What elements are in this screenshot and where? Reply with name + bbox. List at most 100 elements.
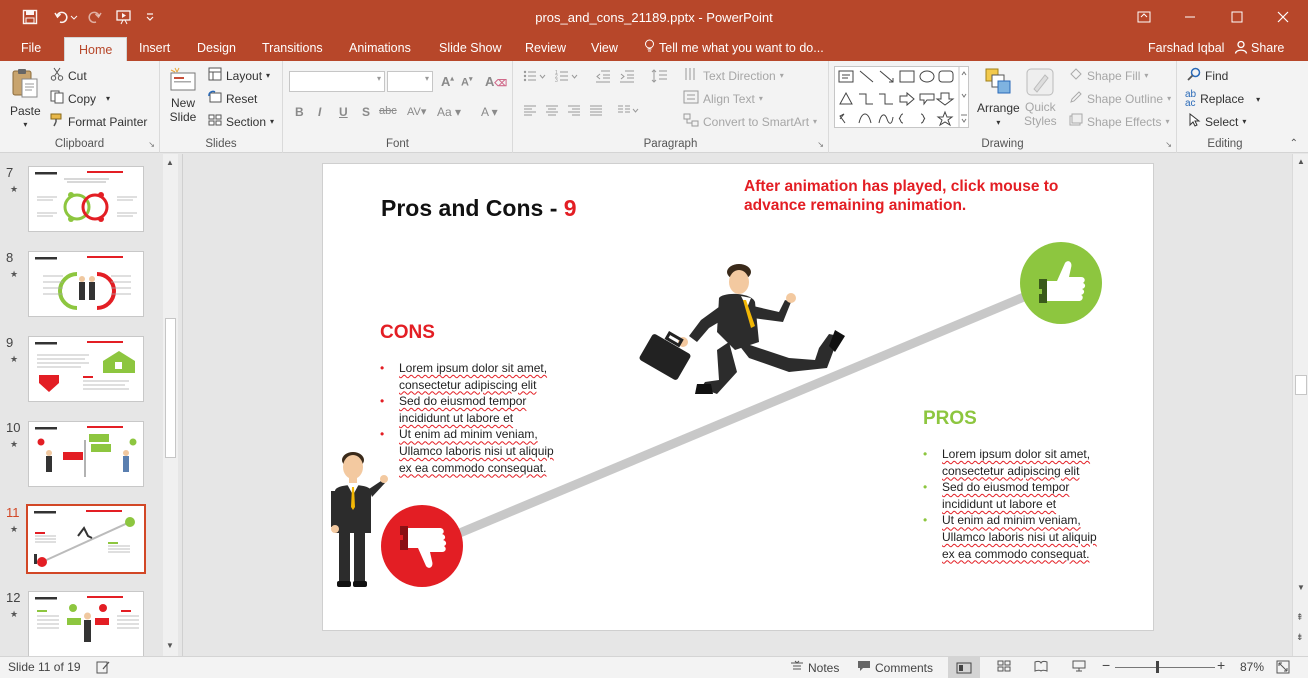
slide-thumbnail-7[interactable] <box>28 166 144 232</box>
zoom-level[interactable]: 87% <box>1240 660 1264 674</box>
tell-me-search[interactable]: Tell me what you want to do... <box>644 36 824 61</box>
slide-thumbnail-10[interactable] <box>28 421 144 487</box>
normal-view-icon[interactable] <box>948 657 980 678</box>
find-button[interactable]: Find <box>1187 67 1228 84</box>
zoom-in-button[interactable]: + <box>1217 657 1225 673</box>
line-spacing-icon[interactable] <box>651 69 675 83</box>
slide-thumbnail-11[interactable] <box>26 504 146 574</box>
running-businessman-illustration[interactable] <box>639 262 851 404</box>
zoom-slider-thumb[interactable] <box>1156 661 1159 673</box>
slide-show-icon[interactable] <box>1072 660 1086 672</box>
thumbnail-scrollbar[interactable]: ▲ ▼ <box>163 154 178 656</box>
shape-outline-button[interactable]: Shape Outline ▾ <box>1069 90 1171 107</box>
italic-icon[interactable]: I <box>318 105 321 119</box>
scroll-down-icon[interactable]: ▼ <box>1297 583 1305 592</box>
cut-button[interactable]: Cut <box>50 67 87 84</box>
decrease-indent-icon[interactable] <box>595 69 611 83</box>
slide-title[interactable]: Pros and Cons - 9 <box>381 195 577 222</box>
copy-button[interactable]: Copy ▾ <box>50 90 110 107</box>
paste-button[interactable]: Paste ▾ <box>10 67 41 129</box>
tab-design[interactable]: Design <box>193 36 240 61</box>
next-slide-icon[interactable]: ⇟ <box>1296 632 1304 643</box>
slide-vertical-scrollbar[interactable]: ▲ ▼ ⇞ ⇟ <box>1292 154 1308 656</box>
slide-thumbnail-12[interactable] <box>28 591 144 656</box>
slide-thumbnail-8[interactable] <box>28 251 144 317</box>
user-name[interactable]: Farshad Iqbal <box>1148 36 1224 60</box>
convert-smartart-button[interactable]: Convert to SmartArt ▾ <box>683 113 817 130</box>
previous-slide-icon[interactable]: ⇞ <box>1296 612 1304 623</box>
underline-icon[interactable]: U <box>339 105 348 119</box>
section-button[interactable]: Section ▾ <box>208 113 274 130</box>
share-button[interactable]: Share <box>1234 36 1284 62</box>
shape-fill-button[interactable]: Shape Fill ▾ <box>1069 67 1148 84</box>
font-size-combo[interactable]: ▾ <box>387 71 433 92</box>
dialog-launcher-icon[interactable]: ↘ <box>1165 140 1172 149</box>
cons-list[interactable]: • Lorem ipsum dolor sit amet, consectetu… <box>380 360 580 476</box>
slide-canvas[interactable]: Pros and Cons - 9 After animation has pl… <box>322 163 1154 631</box>
grow-font-icon[interactable]: A▴ <box>441 74 454 89</box>
shape-effects-button[interactable]: Shape Effects ▾ <box>1069 113 1170 130</box>
reset-button[interactable]: Reset <box>208 90 257 107</box>
tab-file[interactable]: File <box>17 36 45 61</box>
format-painter-button[interactable]: Format Painter <box>50 113 147 130</box>
zoom-slider[interactable] <box>1115 667 1215 668</box>
align-text-button[interactable]: Align Text ▾ <box>683 90 763 107</box>
scrollbar-thumb[interactable] <box>165 318 176 458</box>
zoom-out-button[interactable]: − <box>1102 657 1110 673</box>
tab-review[interactable]: Review <box>521 36 570 61</box>
change-case-icon[interactable]: Aa ▾ <box>437 105 461 119</box>
scrollbar-thumb[interactable] <box>1295 375 1307 395</box>
pros-heading[interactable]: PROS <box>923 408 977 430</box>
scroll-down-icon[interactable]: ▼ <box>166 641 174 650</box>
layout-button[interactable]: Layout ▾ <box>208 67 270 84</box>
clear-formatting-icon[interactable]: A⌫ <box>485 74 507 89</box>
comments-button[interactable]: Comments <box>857 660 933 675</box>
quick-styles-button[interactable]: Quick Styles <box>1024 67 1057 128</box>
maximize-icon[interactable] <box>1217 6 1257 28</box>
slide-thumbnail-9[interactable] <box>28 336 144 402</box>
justify-icon[interactable] <box>589 105 603 117</box>
align-right-icon[interactable] <box>567 105 581 117</box>
dialog-launcher-icon[interactable]: ↘ <box>817 140 824 149</box>
select-button[interactable]: Select ▾ <box>1187 112 1246 130</box>
collapse-ribbon-icon[interactable]: ⌃ <box>1290 138 1298 149</box>
bold-icon[interactable]: B <box>295 105 304 119</box>
bullets-icon[interactable] <box>523 69 553 83</box>
new-slide-button[interactable]: New Slide <box>168 67 198 124</box>
thumbs-up-icon[interactable] <box>1019 241 1103 325</box>
font-name-combo[interactable]: ▾ <box>289 71 385 92</box>
minimize-icon[interactable] <box>1170 6 1210 28</box>
tab-slide-show[interactable]: Slide Show <box>435 36 506 61</box>
shrink-font-icon[interactable]: A▾ <box>461 75 472 89</box>
tab-animations[interactable]: Animations <box>345 36 415 61</box>
shadow-icon[interactable]: S <box>362 105 370 119</box>
reading-view-icon[interactable] <box>1034 660 1048 672</box>
animation-instruction-note[interactable]: After animation has played, click mouse … <box>744 177 1104 215</box>
font-color-icon[interactable]: A ▾ <box>481 105 498 119</box>
slide-sorter-icon[interactable] <box>997 660 1011 672</box>
tab-insert[interactable]: Insert <box>135 36 174 61</box>
dialog-launcher-icon[interactable]: ↘ <box>148 140 155 149</box>
cons-heading[interactable]: CONS <box>380 322 435 344</box>
strikethrough-icon[interactable]: abc <box>379 105 397 117</box>
tab-home[interactable]: Home <box>64 37 128 62</box>
align-left-icon[interactable] <box>523 105 537 117</box>
columns-icon[interactable] <box>617 105 639 117</box>
scroll-up-icon[interactable]: ▲ <box>166 158 174 167</box>
notes-button[interactable]: Notes <box>790 660 839 675</box>
standing-businessman-illustration[interactable] <box>329 447 393 591</box>
character-spacing-icon[interactable]: AV▾ <box>407 105 426 118</box>
scroll-up-icon[interactable]: ▲ <box>1297 157 1305 166</box>
arrange-button[interactable]: Arrange ▾ <box>977 67 1020 127</box>
shapes-gallery[interactable] <box>834 66 969 128</box>
tab-view[interactable]: View <box>587 36 622 61</box>
fit-to-window-icon[interactable] <box>1276 660 1290 674</box>
ribbon-display-options-icon[interactable] <box>1124 6 1164 28</box>
text-direction-button[interactable]: Text Direction ▾ <box>683 67 784 84</box>
replace-button[interactable]: ab ac Replace ▾ <box>1185 90 1260 109</box>
spell-check-icon[interactable] <box>96 660 110 674</box>
increase-indent-icon[interactable] <box>619 69 635 83</box>
center-icon[interactable] <box>545 105 559 117</box>
tab-transitions[interactable]: Transitions <box>258 36 327 61</box>
pros-list[interactable]: • Lorem ipsum dolor sit amet, consectetu… <box>923 446 1123 562</box>
